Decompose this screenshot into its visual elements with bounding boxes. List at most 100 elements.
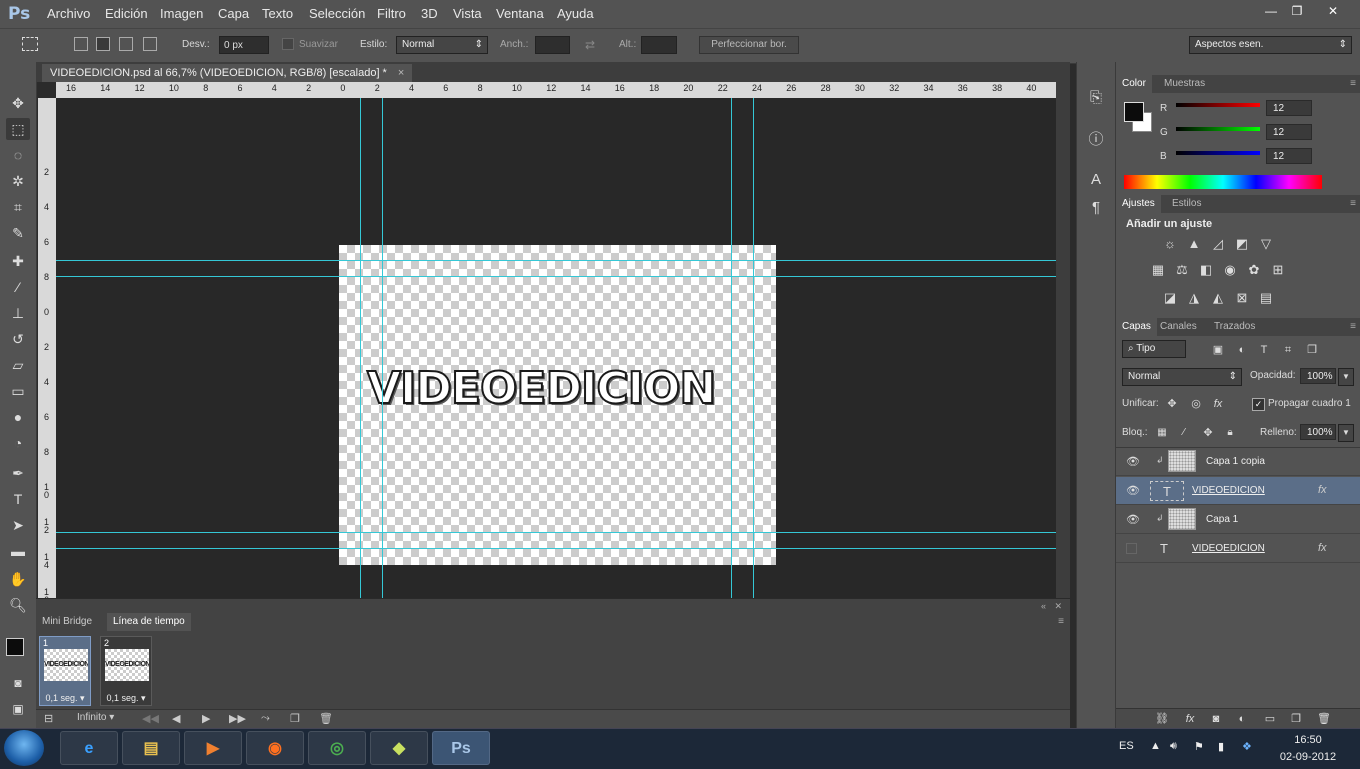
menu-3d[interactable]: 3D [421,6,438,21]
unify-position-icon[interactable]: ✥ [1164,396,1180,412]
menu-capa[interactable]: Capa [218,6,249,21]
filter-image-icon[interactable]: ▣ [1210,342,1226,358]
opacity-arrow-icon[interactable]: ▼ [1338,368,1354,386]
menu-ayuda[interactable]: Ayuda [557,6,594,21]
document-canvas[interactable]: VIDEOEDICION [339,245,776,565]
swap-icon[interactable]: ⇄ [585,38,595,52]
menu-texto[interactable]: Texto [262,6,293,21]
tab-paths[interactable]: Trazados [1208,318,1261,336]
fx-icon[interactable]: fx [1318,542,1327,554]
style-select[interactable]: Normal ⇕ [396,36,488,54]
previous-frame-icon[interactable]: ◀ [172,712,180,725]
menu-edicion[interactable]: Edición [105,6,148,21]
timeline-frame[interactable]: 1 VIDEOEDICION 0,1 seg. ▾ [39,636,91,706]
channel-r-slider[interactable] [1176,103,1260,107]
lock-pixels-icon[interactable]: ⁄ [1176,425,1192,441]
magic-wand-tool-icon[interactable]: ✲ [6,170,30,192]
eye-icon[interactable]: 👁︎ [1126,513,1140,526]
height-input[interactable] [641,36,677,54]
hue-saturation-icon[interactable]: ▦ [1150,262,1166,278]
history-brush-icon[interactable]: ↺ [6,328,30,350]
close-panel-icon[interactable]: ✕ [1054,601,1062,612]
marquee-preset-icon[interactable] [22,37,38,51]
menu-vista[interactable]: Vista [453,6,482,21]
notes-taskbar-icon[interactable]: ◆ [370,731,428,765]
canvas-area[interactable]: VIDEOEDICION [56,98,1056,598]
tween-icon[interactable]: ⤳ [261,712,270,725]
convert-timeline-icon[interactable]: ⊟ [44,712,53,725]
fill-arrow-icon[interactable]: ▼ [1338,424,1354,442]
explorer-taskbar-icon[interactable]: ▤ [122,731,180,765]
new-selection-icon[interactable] [74,37,88,51]
panel-menu-icon[interactable]: ≡ [1350,198,1356,209]
lock-position-icon[interactable]: ✥ [1200,425,1216,441]
layer-row[interactable]: T VIDEOEDICION fx [1116,535,1360,563]
guide-vertical[interactable] [731,98,732,598]
volume-icon[interactable]: 🔊︎ [1170,740,1177,753]
play-icon[interactable]: ▶ [202,712,210,725]
pen-tool-icon[interactable]: ✒ [6,462,30,484]
foreground-color-swatch[interactable] [6,638,24,656]
menu-ventana[interactable]: Ventana [496,6,544,21]
delete-layer-icon[interactable]: 🗑︎ [1316,711,1332,727]
stamp-tool-icon[interactable]: ⊥ [6,302,30,324]
canvas-scrollbar[interactable] [1056,82,1070,598]
delete-frame-icon[interactable]: 🗑︎ [319,712,333,725]
menu-seleccion[interactable]: Selección [309,6,365,21]
add-style-icon[interactable]: fx [1182,711,1198,727]
color-lookup-icon[interactable]: ⊞ [1270,262,1286,278]
gradient-map-icon[interactable]: ▤ [1258,290,1274,306]
timeline-frame[interactable]: 2 VIDEOEDICION 0,1 seg. ▾ [100,636,152,706]
menu-imagen[interactable]: Imagen [160,6,203,21]
eraser-tool-icon[interactable]: ▱ [6,354,30,376]
tab-styles[interactable]: Estilos [1166,195,1207,213]
add-selection-icon[interactable] [96,37,110,51]
unify-style-icon[interactable]: fx [1210,396,1226,412]
layer-filter-select[interactable]: ⌕ Tipo [1122,340,1186,358]
tab-timeline[interactable]: Línea de tiempo [107,613,191,631]
screen-mode-icon[interactable]: ▣ [6,698,30,720]
feather-input[interactable]: 0 px [219,36,269,54]
crop-tool-icon[interactable]: ⌗ [6,196,30,218]
first-frame-icon[interactable]: ◀◀ [142,712,159,725]
hand-tool-icon[interactable]: ✋ [6,568,30,590]
brightness-icon[interactable]: ☼ [1162,236,1178,252]
guide-vertical[interactable] [382,98,383,598]
shape-tool-icon[interactable]: ▬ [6,540,30,562]
brush-tool-icon[interactable]: ⁄ [6,276,30,298]
ie-taskbar-icon[interactable]: e [60,731,118,765]
type-tool-icon[interactable]: T [6,488,30,510]
tab-adjustments[interactable]: Ajustes [1116,195,1161,213]
layer-row[interactable]: 👁︎ ↲ Capa 1 copia [1116,448,1360,476]
exposure-icon[interactable]: ◩ [1234,236,1250,252]
chrome-taskbar-icon[interactable]: ◎ [308,731,366,765]
close-tab-icon[interactable]: × [398,67,404,79]
document-tab[interactable]: VIDEOEDICION.psd al 66,7% (VIDEOEDICION,… [42,64,413,82]
panel-menu-icon[interactable]: ≡ [1350,78,1356,89]
channel-g-slider[interactable] [1176,127,1260,131]
collapse-icon[interactable]: « [1041,601,1046,611]
menu-archivo[interactable]: Archivo [47,6,90,21]
guide-horizontal[interactable] [56,548,1056,549]
subtract-selection-icon[interactable] [119,37,133,51]
curves-icon[interactable]: ◿ [1210,236,1226,252]
next-frame-icon[interactable]: ▶▶ [229,712,246,725]
width-input[interactable] [535,36,570,54]
frame-delay[interactable]: 0,1 seg. ▾ [40,693,90,704]
tray-expand-icon[interactable]: ▲ [1150,740,1161,752]
unify-visibility-icon[interactable]: ◎ [1188,396,1204,412]
propagate-checkbox[interactable]: ✓ [1252,398,1265,411]
maximize-button[interactable]: ❐ [1282,2,1312,20]
path-selection-icon[interactable]: ➤ [6,514,30,536]
frame-delay[interactable]: 0,1 seg. ▾ [101,693,151,704]
lock-transparency-icon[interactable]: ▦ [1154,425,1170,441]
vibrance-icon[interactable]: ▽ [1258,236,1274,252]
add-mask-icon[interactable]: ◙ [1208,711,1224,727]
panel-menu-icon[interactable]: ≡ [1350,321,1356,332]
menu-filtro[interactable]: Filtro [377,6,406,21]
new-layer-icon[interactable]: ❐ [1288,711,1304,727]
tab-layers[interactable]: Capas [1116,318,1157,336]
tab-channels[interactable]: Canales [1154,318,1203,336]
visibility-box-empty[interactable] [1126,543,1137,554]
photoshop-taskbar-button[interactable]: Ps [432,731,490,765]
